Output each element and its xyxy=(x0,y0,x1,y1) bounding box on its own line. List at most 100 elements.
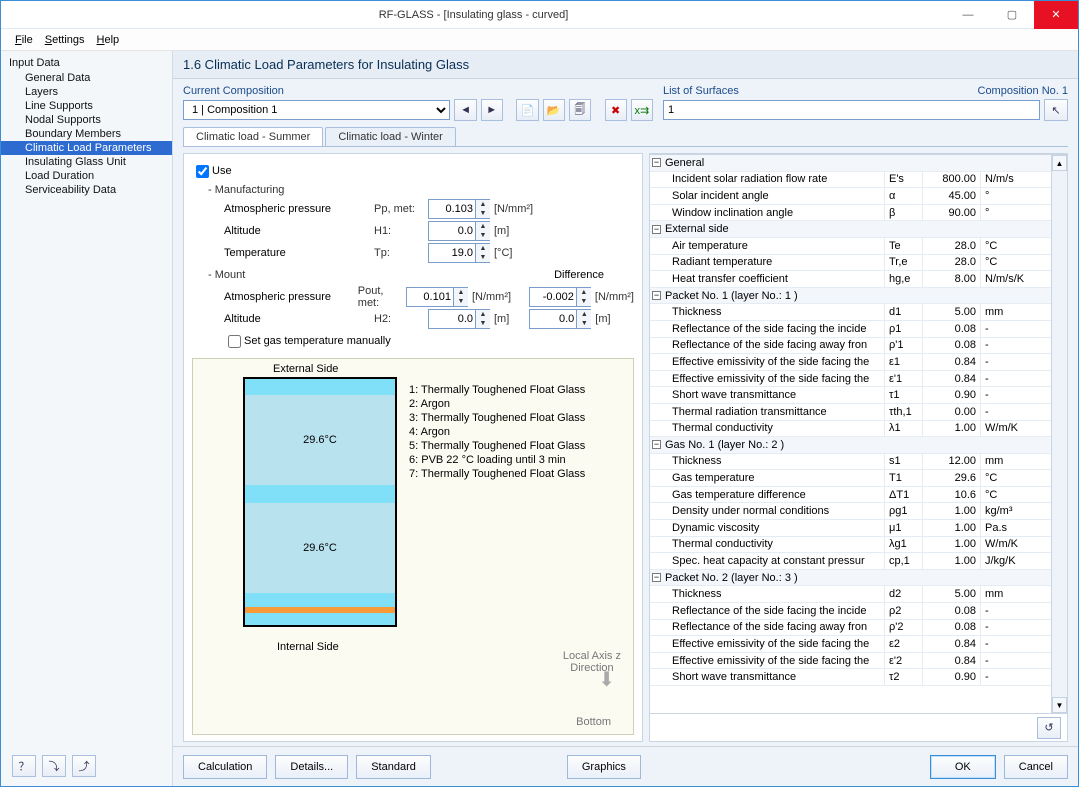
calculation-button[interactable]: Calculation xyxy=(183,755,267,779)
diagram-temp-1: 29.6°C xyxy=(303,434,337,446)
property-row: Thermal conductivityλg11.00W/m/K xyxy=(650,537,1067,554)
sidebar-item-load-duration[interactable]: Load Duration xyxy=(1,169,172,183)
property-category[interactable]: −Packet No. 1 (layer No.: 1 ) xyxy=(650,288,1067,305)
sidebar-item-line-supports[interactable]: Line Supports xyxy=(1,99,172,113)
next-button[interactable]: ► xyxy=(481,99,503,121)
graphics-button[interactable]: Graphics xyxy=(567,755,641,779)
app-window: RF-GLASS - [Insulating glass - curved] —… xyxy=(0,0,1079,787)
layers-diagram: External Side Internal Side 29.6°C 29.6°… xyxy=(192,358,634,735)
diagram-layers-list: 1: Thermally Toughened Float Glass 2: Ar… xyxy=(409,383,585,481)
diagram-temp-2: 29.6°C xyxy=(303,542,337,554)
menu-settings[interactable]: Settings xyxy=(41,34,89,46)
set-gas-label: Set gas temperature manually xyxy=(244,335,391,347)
composition-select[interactable]: 1 | Composition 1 xyxy=(183,100,450,120)
property-row: Thermal radiation transmittanceτth,10.00… xyxy=(650,404,1067,421)
sidebar-item-layers[interactable]: Layers xyxy=(1,85,172,99)
use-checkbox[interactable]: Use xyxy=(192,160,634,182)
property-row: Heat transfer coefficienthg,e8.00N/m/s/K xyxy=(650,271,1067,288)
cancel-button[interactable]: Cancel xyxy=(1004,755,1068,779)
footer: Calculation Details... Standard Graphics… xyxy=(173,746,1078,786)
mount-p-symbol: Pout, met: xyxy=(358,285,406,309)
form-panel: Use - Manufacturing Atmospheric pressure… xyxy=(183,153,643,742)
arrow-down-icon: ⬇ xyxy=(598,667,615,692)
mount-p-diff[interactable]: ▲▼ xyxy=(529,287,591,307)
import-icon[interactable]: ⤵ xyxy=(42,755,66,777)
sidebar-item-general-data[interactable]: General Data xyxy=(1,71,172,85)
property-row: Effective emissivity of the side facing … xyxy=(650,653,1067,670)
copy-icon[interactable]: 🗐 xyxy=(569,99,591,121)
use-checkbox-input[interactable] xyxy=(196,165,209,178)
sidebar-item-insulating-glass-unit[interactable]: Insulating Glass Unit xyxy=(1,155,172,169)
internal-side-label: Internal Side xyxy=(277,641,339,653)
surfaces-input[interactable] xyxy=(663,100,1040,120)
property-category[interactable]: −General xyxy=(650,155,1067,172)
property-row: Thicknesss112.00mm xyxy=(650,454,1067,471)
minimize-button[interactable]: — xyxy=(946,1,990,29)
menu-help[interactable]: Help xyxy=(93,34,124,46)
mount-h-label: Altitude xyxy=(224,313,374,325)
open-icon[interactable]: 📂 xyxy=(543,99,565,121)
manu-p-unit: [N/mm²] xyxy=(494,203,533,215)
use-label: Use xyxy=(212,165,232,177)
manu-t-symbol: Tp: xyxy=(374,247,428,259)
help-icon[interactable]: ？ xyxy=(12,755,36,777)
set-gas-checkbox[interactable]: Set gas temperature manually xyxy=(224,330,634,352)
composition-number: Composition No. 1 xyxy=(978,85,1069,97)
tab-summer[interactable]: Climatic load - Summer xyxy=(183,127,323,146)
menubar: File Settings Help xyxy=(1,29,1078,51)
mount-p-dunit: [N/mm²] xyxy=(595,291,634,303)
property-category[interactable]: −External side xyxy=(650,221,1067,238)
diagram-layer-7: 7: Thermally Toughened Float Glass xyxy=(409,467,585,481)
mount-h-diff[interactable]: ▲▼ xyxy=(529,309,591,329)
pick-surfaces-icon[interactable]: ↖ xyxy=(1044,99,1068,121)
manu-h-input[interactable]: ▲▼ xyxy=(428,221,490,241)
mount-h-input[interactable]: ▲▼ xyxy=(428,309,490,329)
property-row: Reflectance of the side facing away fron… xyxy=(650,620,1067,637)
excel-icon[interactable]: x⇉ xyxy=(631,99,653,121)
sidebar-item-boundary-members[interactable]: Boundary Members xyxy=(1,127,172,141)
manu-p-symbol: Pp, met: xyxy=(374,203,428,215)
set-gas-checkbox-input[interactable] xyxy=(228,335,241,348)
close-button[interactable]: ✕ xyxy=(1034,1,1078,29)
tab-winter[interactable]: Climatic load - Winter xyxy=(325,127,456,146)
manu-p-input[interactable]: ▲▼ xyxy=(428,199,490,219)
property-row: Effective emissivity of the side facing … xyxy=(650,636,1067,653)
manu-t-input[interactable]: ▲▼ xyxy=(428,243,490,263)
property-category[interactable]: −Packet No. 2 (layer No.: 3 ) xyxy=(650,570,1067,587)
ok-button[interactable]: OK xyxy=(930,755,996,779)
mount-h-symbol: H2: xyxy=(374,313,428,325)
window-title: RF-GLASS - [Insulating glass - curved] xyxy=(1,9,946,21)
properties-table: −GeneralIncident solar radiation flow ra… xyxy=(650,154,1067,713)
maximize-button[interactable]: ▢ xyxy=(990,1,1034,29)
property-row: Gas temperatureT129.6°C xyxy=(650,470,1067,487)
delete-icon[interactable]: ✖ xyxy=(605,99,627,121)
properties-scrollbar[interactable]: ▲ ▼ xyxy=(1051,155,1067,713)
mount-p-input[interactable]: ▲▼ xyxy=(406,287,468,307)
property-category[interactable]: −Gas No. 1 (layer No.: 2 ) xyxy=(650,437,1067,454)
reset-icon[interactable]: ↺ xyxy=(1037,717,1061,739)
property-row: Dynamic viscosityμ11.00Pa.s xyxy=(650,520,1067,537)
diagram-layer-4: 4: Argon xyxy=(409,425,585,439)
mount-p-unit: [N/mm²] xyxy=(472,291,511,303)
sidebar-item-climatic-load-parameters[interactable]: Climatic Load Parameters xyxy=(1,141,172,155)
mount-h-unit: [m] xyxy=(494,313,509,325)
scroll-down-icon[interactable]: ▼ xyxy=(1052,697,1067,713)
scroll-up-icon[interactable]: ▲ xyxy=(1052,155,1067,171)
property-row: Radiant temperatureTr,e28.0°C xyxy=(650,255,1067,272)
current-composition-label: Current Composition xyxy=(183,85,653,97)
property-row: Density under normal conditionsρg11.00kg… xyxy=(650,503,1067,520)
sidebar-item-nodal-supports[interactable]: Nodal Supports xyxy=(1,113,172,127)
diagram-layer-2: 2: Argon xyxy=(409,397,585,411)
property-row: Effective emissivity of the side facing … xyxy=(650,354,1067,371)
standard-button[interactable]: Standard xyxy=(356,755,431,779)
diagram-layer-6: 6: PVB 22 °C loading until 3 min xyxy=(409,453,585,467)
property-row: Incident solar radiation flow rateE's800… xyxy=(650,172,1067,189)
export-icon[interactable]: ⤴ xyxy=(72,755,96,777)
menu-file[interactable]: File xyxy=(11,34,37,46)
details-button[interactable]: Details... xyxy=(275,755,348,779)
manu-h-symbol: H1: xyxy=(374,225,428,237)
new-icon[interactable]: 📄 xyxy=(516,99,538,121)
sidebar-item-serviceability-data[interactable]: Serviceability Data xyxy=(1,183,172,197)
prev-button[interactable]: ◄ xyxy=(454,99,476,121)
diagram-layer-5: 5: Thermally Toughened Float Glass xyxy=(409,439,585,453)
